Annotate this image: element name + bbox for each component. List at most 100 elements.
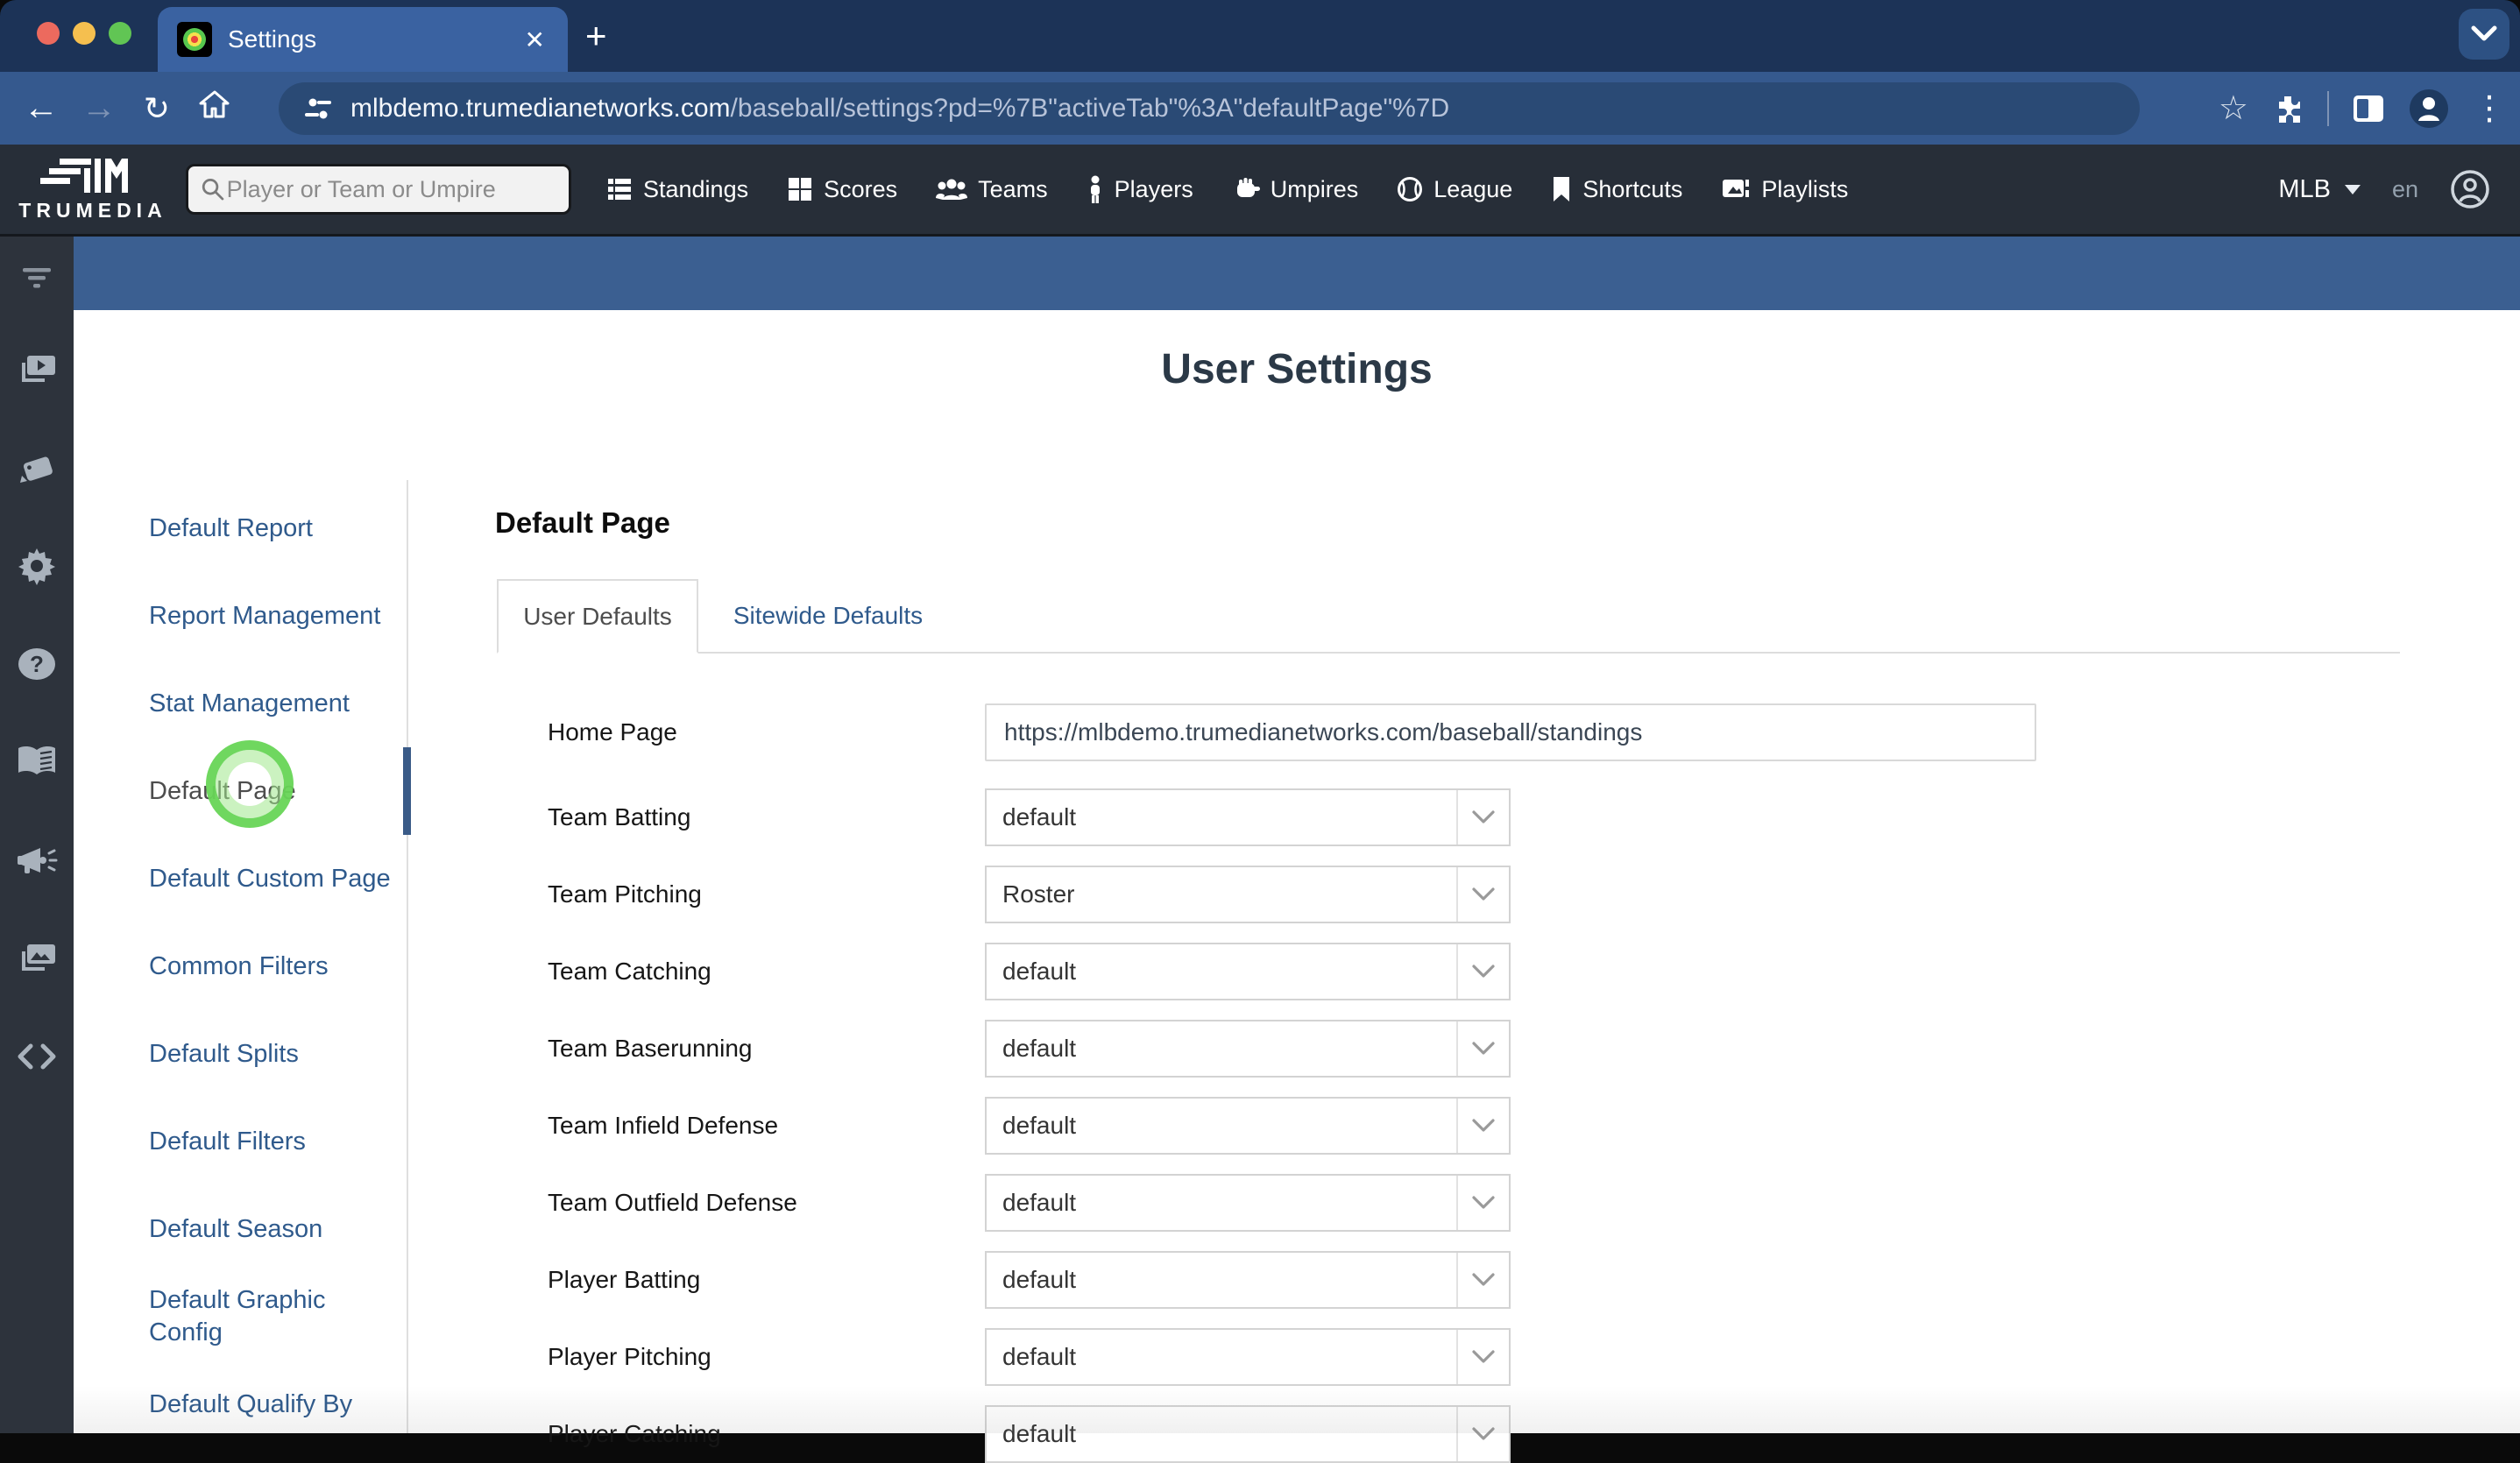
tab-close-icon[interactable]: ✕ [521, 25, 549, 54]
nav-label: Umpires [1270, 175, 1359, 202]
select-value: Roster [1002, 880, 1075, 908]
filter-icon[interactable] [0, 237, 74, 321]
team-baserunning-select[interactable]: default [985, 1020, 1511, 1078]
team-catching-select[interactable]: default [985, 943, 1511, 1000]
section-heading: Default Page [495, 506, 670, 539]
select-value: default [1002, 1420, 1077, 1447]
url-text: mlbdemo.trumedianetworks.com/baseball/se… [350, 94, 1449, 124]
nav-label: League [1433, 175, 1513, 202]
card-tag-icon[interactable] [0, 419, 74, 517]
forward-button[interactable]: → [70, 88, 128, 128]
caret-down-icon [2344, 184, 2361, 194]
page-top-band [74, 237, 2520, 310]
global-search[interactable] [186, 164, 571, 215]
field-label-home-page: Home Page [548, 718, 677, 746]
site-settings-icon[interactable] [303, 94, 333, 124]
field-label-player-catching: Player Catching [548, 1420, 721, 1447]
api-code-icon[interactable] [0, 1007, 74, 1106]
team-infield-defense-select[interactable]: default [985, 1097, 1511, 1155]
tab-search-button[interactable] [2459, 9, 2509, 60]
toolbar-actions: ☆ ⋮ [2219, 72, 2506, 145]
side-panel-icon[interactable] [2352, 94, 2385, 124]
settings-nav-default-qualify-by[interactable]: Default Qualify By [149, 1361, 405, 1448]
new-tab-button[interactable]: + [585, 18, 607, 54]
nav-shortcuts[interactable]: Shortcuts [1551, 176, 1682, 203]
settings-nav-default-graphic-config[interactable]: Default Graphic Config [149, 1273, 405, 1361]
glossary-book-icon[interactable] [0, 713, 74, 811]
nav-umpires[interactable]: Umpires [1232, 175, 1359, 203]
language-toggle[interactable]: en [2392, 176, 2418, 203]
profile-avatar[interactable] [2408, 88, 2450, 130]
player-batting-select[interactable]: default [985, 1251, 1511, 1309]
account-icon[interactable] [2450, 169, 2490, 209]
settings-nav-default-page[interactable]: Default Page [149, 747, 405, 835]
tab-sitewide-defaults[interactable]: Sitewide Defaults [716, 579, 940, 652]
home-page-input[interactable] [985, 703, 2036, 761]
settings-nav-default-custom-page[interactable]: Default Custom Page [149, 835, 405, 922]
chevron-down-icon [1456, 1176, 1509, 1230]
select-value: default [1002, 1266, 1077, 1293]
player-pitching-select[interactable]: default [985, 1328, 1511, 1386]
window-zoom-button[interactable] [109, 22, 131, 45]
announcements-megaphone-icon[interactable] [0, 811, 74, 909]
app-header: TRUMEDIA Standings Scores Teams Players … [0, 145, 2520, 237]
team-outfield-defense-select[interactable]: default [985, 1174, 1511, 1232]
browser-tab-settings[interactable]: Settings ✕ [158, 7, 568, 72]
search-icon [202, 179, 224, 201]
settings-nav-default-splits[interactable]: Default Splits [149, 1010, 405, 1098]
tab-favicon [177, 22, 212, 57]
settings-nav-default-filters[interactable]: Default Filters [149, 1098, 405, 1185]
settings-nav: Default Report Report Management Stat Ma… [149, 484, 405, 1448]
umpires-fist-icon [1236, 178, 1260, 197]
video-playlists-icon[interactable] [0, 321, 74, 419]
settings-nav-default-report[interactable]: Default Report [149, 484, 405, 572]
tab-user-defaults[interactable]: User Defaults [497, 579, 698, 654]
nav-scores[interactable]: Scores [787, 176, 897, 203]
extensions-puzzle-icon[interactable] [2271, 92, 2304, 125]
shortcuts-bookmark-icon [1554, 177, 1570, 201]
select-value: default [1002, 1189, 1077, 1216]
address-bar[interactable]: mlbdemo.trumedianetworks.com/baseball/se… [279, 82, 2140, 135]
nav-label: Scores [824, 175, 898, 202]
window-minimize-button[interactable] [73, 22, 96, 45]
select-value: default [1002, 1035, 1077, 1062]
nav-teams[interactable]: Teams [936, 176, 1048, 203]
settings-nav-stat-management[interactable]: Stat Management [149, 660, 405, 747]
browser-menu-icon[interactable]: ⋮ [2473, 92, 2506, 125]
team-pitching-select[interactable]: Roster [985, 866, 1511, 923]
nav-players[interactable]: Players [1087, 175, 1193, 203]
toolbar-divider [2327, 90, 2329, 126]
field-label-team-outfield-defense: Team Outfield Defense [548, 1189, 797, 1216]
search-input[interactable] [224, 174, 556, 204]
bookmark-star-icon[interactable]: ☆ [2219, 88, 2248, 128]
settings-gear-icon[interactable] [0, 517, 74, 615]
player-catching-select[interactable]: default [985, 1405, 1511, 1463]
home-button[interactable] [186, 89, 244, 127]
reload-button[interactable]: ↻ [128, 90, 186, 127]
trumedia-logo-mark [40, 158, 128, 193]
chevron-down-icon [1456, 1021, 1509, 1076]
nav-playlists[interactable]: Playlists [1721, 176, 1848, 203]
nav-label: Shortcuts [1582, 175, 1683, 202]
back-button[interactable]: ← [12, 88, 70, 128]
settings-nav-common-filters[interactable]: Common Filters [149, 922, 405, 1010]
media-gallery-icon[interactable] [0, 909, 74, 1007]
select-value: default [1002, 958, 1077, 985]
settings-nav-default-season[interactable]: Default Season [149, 1185, 405, 1273]
left-rail: ? [0, 237, 74, 1433]
chevron-down-icon [1456, 790, 1509, 845]
league-switcher[interactable]: MLB [2278, 175, 2361, 204]
svg-text:?: ? [30, 651, 44, 677]
players-person-icon [1090, 175, 1100, 203]
chevron-down-icon [1456, 1407, 1509, 1461]
nav-standings[interactable]: Standings [606, 176, 748, 203]
field-label-team-catching: Team Catching [548, 958, 711, 985]
url-domain: mlbdemo.trumedianetworks.com [350, 94, 731, 123]
team-batting-select[interactable]: default [985, 788, 1511, 846]
settings-nav-report-management[interactable]: Report Management [149, 572, 405, 660]
trumedia-logo[interactable]: TRUMEDIA [0, 157, 186, 223]
nav-league[interactable]: League [1397, 176, 1512, 203]
field-label-team-baserunning: Team Baserunning [548, 1035, 753, 1062]
window-close-button[interactable] [37, 22, 60, 45]
help-icon[interactable]: ? [0, 615, 74, 713]
